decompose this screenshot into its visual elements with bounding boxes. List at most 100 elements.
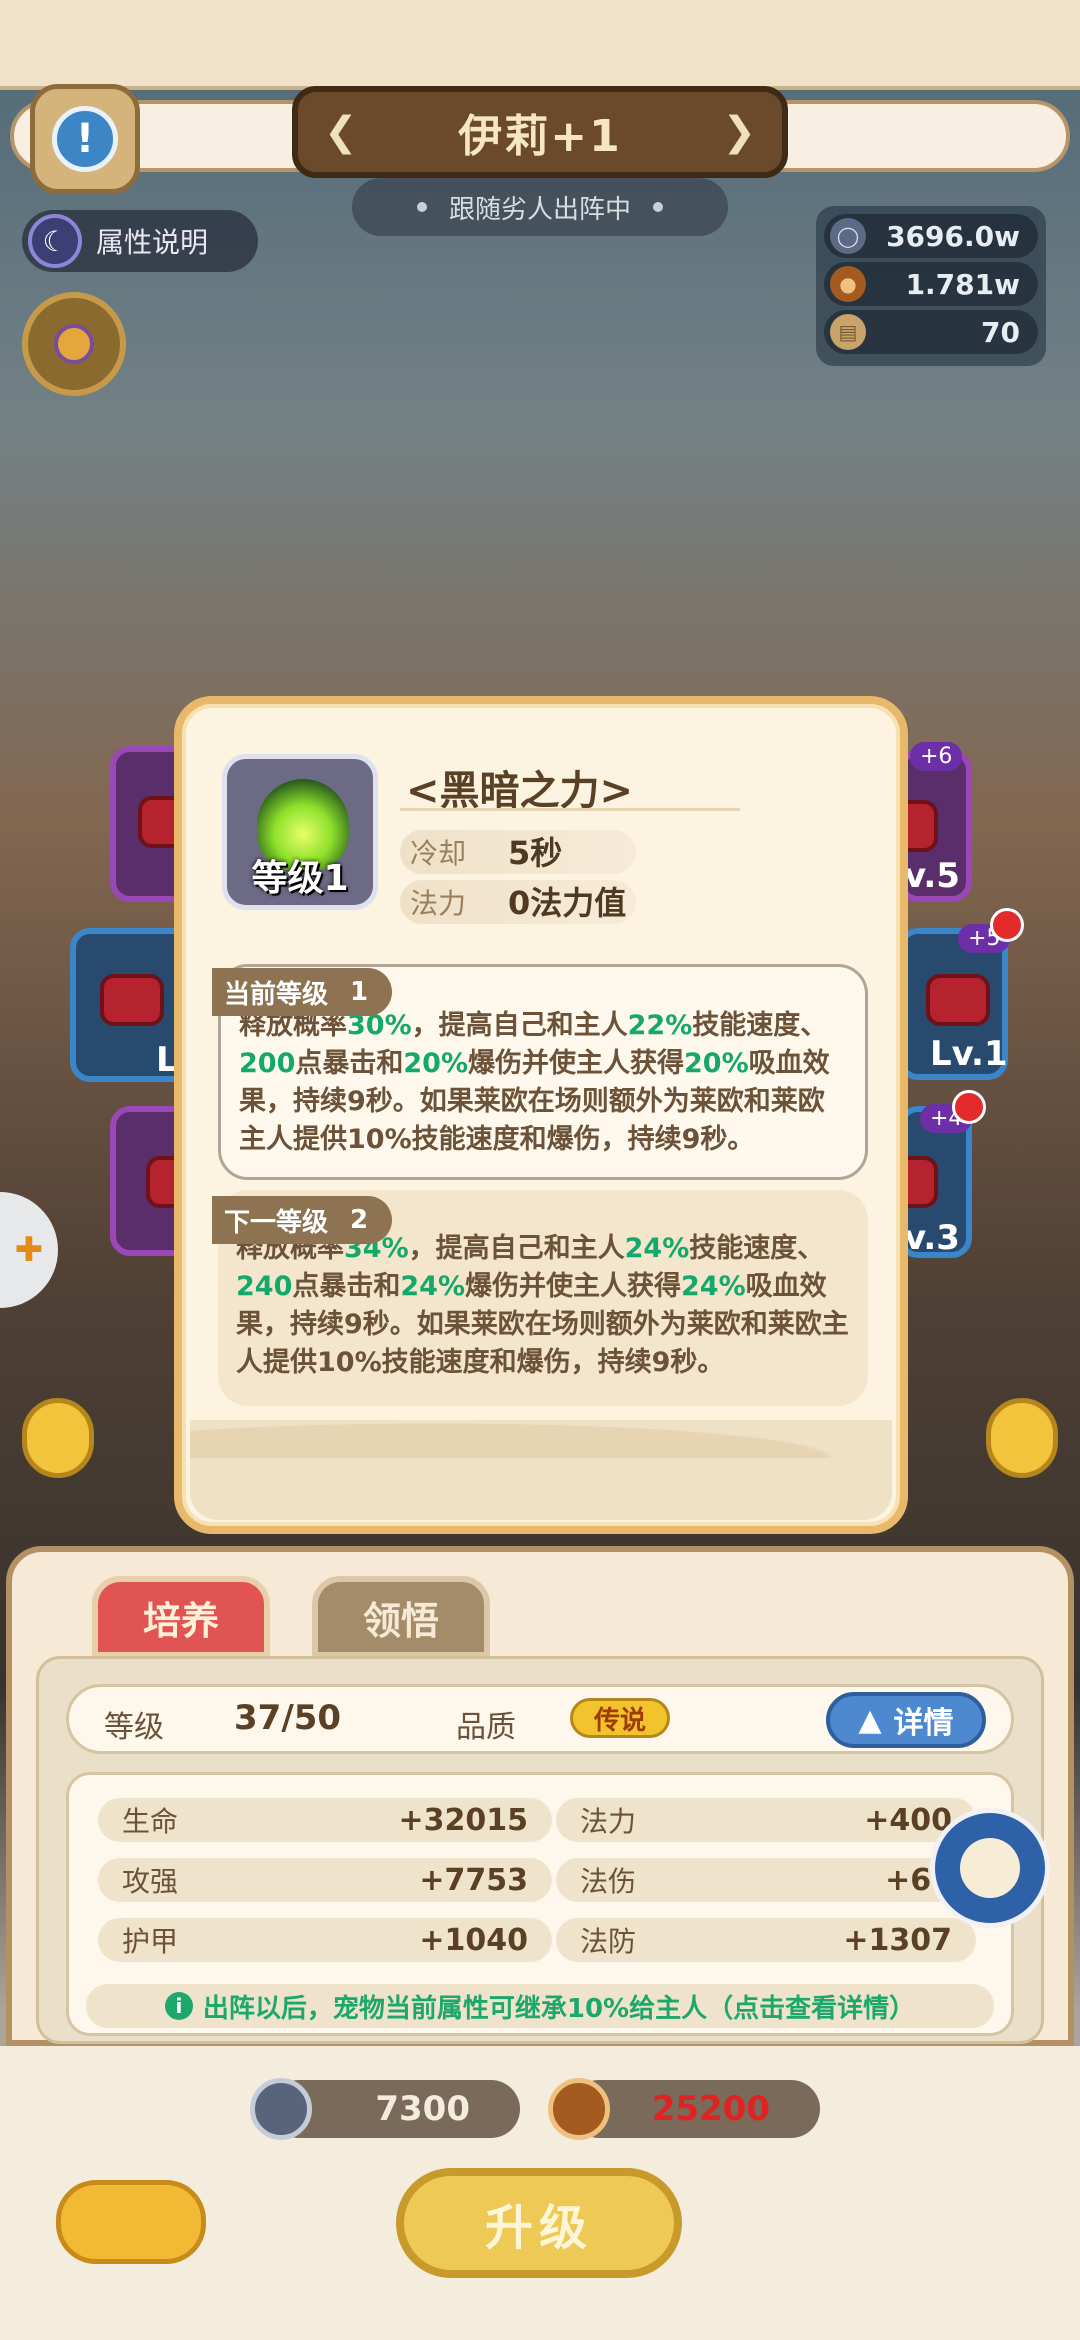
pet-card[interactable]: v.5 <box>874 750 972 902</box>
next-page-arrow-icon[interactable] <box>986 1398 1058 1478</box>
description-text: 爆伤并使主人获得 <box>468 1048 685 1079</box>
current-level-number: 1 <box>350 977 369 1007</box>
stat-label: 法防 <box>580 1925 637 1958</box>
deploy-status: 跟随劣人出阵中 <box>352 178 728 236</box>
description-text: 爆伤并使主人获得 <box>465 1271 682 1302</box>
exclamation-icon: ! <box>52 106 118 172</box>
description-text: 技能速度、 <box>689 1233 825 1264</box>
pet-name: 伊莉+1 <box>458 111 622 162</box>
lightning-icon: ✚ <box>14 1230 44 1270</box>
highlight-value: 240 <box>236 1271 293 1302</box>
resource-meat-value: 1.781w <box>905 267 1020 301</box>
stat-hp: 生命 +32015 <box>98 1798 552 1842</box>
stat-value: +7753 <box>419 1862 528 1898</box>
attribute-help-label: 属性说明 <box>96 226 209 259</box>
next-level-tag-label: 下一等级 <box>224 1207 329 1238</box>
inherit-note[interactable]: i 出阵以后，宠物当前属性可继承10%给主人（点击查看详情） <box>86 1984 994 2028</box>
avatar[interactable] <box>930 1808 1050 1928</box>
mana-label: 法力 <box>410 887 467 920</box>
medal-icon[interactable] <box>22 292 126 396</box>
description-text: ，提高自己和主人 <box>408 1233 625 1264</box>
highlight-value: 24% <box>624 1233 690 1264</box>
prev-page-arrow-icon[interactable] <box>22 1398 94 1478</box>
mana-value: 0法力值 <box>508 884 627 922</box>
chevron-right-icon[interactable]: ❯ <box>722 109 756 155</box>
stat-value: +400 <box>864 1802 952 1838</box>
pet-card-level: v.3 <box>904 1218 960 1258</box>
current-level-description: 释放概率30%，提高自己和主人22%技能速度、200点暴击和20%爆伤并使主人获… <box>239 1007 847 1159</box>
stat-mana: 法力 +400 <box>556 1798 976 1842</box>
stat-value: +1040 <box>419 1922 528 1958</box>
description-text: 技能速度、 <box>692 1010 828 1041</box>
quality-badge: 传说 <box>570 1698 670 1738</box>
coin-cost-value: 7300 <box>375 2089 470 2129</box>
skill-icon-level: 等级1 <box>251 858 349 899</box>
resource-panel: ◯ 3696.0w ● 1.781w ▤ 70 <box>816 206 1046 366</box>
description-text: ，提高自己和主人 <box>411 1010 628 1041</box>
highlight-value: 20% <box>684 1048 749 1079</box>
moon-icon: ☾ <box>28 214 82 268</box>
coin-icon <box>250 2078 312 2140</box>
resource-coin-value: 3696.0w <box>886 219 1020 253</box>
highlight-value: 24% <box>400 1271 466 1302</box>
current-level-tag-label: 当前等级 <box>224 979 329 1010</box>
pet-card-plus: +6 <box>910 742 963 771</box>
hill-decoration <box>190 1418 892 1458</box>
inherit-note-text: 出阵以后，宠物当前属性可继承10%给主人（点击查看详情） <box>202 1993 916 2024</box>
next-level-description: 释放概率34%，提高自己和主人24%技能速度、240点暴击和24%爆伤并使主人获… <box>236 1230 850 1382</box>
info-icon: i <box>164 1992 193 2020</box>
meat-cost-value: 25200 <box>651 2089 770 2129</box>
pet-title-plate: ❮ 伊莉+1 ❯ <box>292 86 788 178</box>
tab-comprehend[interactable]: 领悟 <box>312 1576 490 1658</box>
level-value: 37/50 <box>234 1698 342 1738</box>
stat-value: +32015 <box>398 1802 528 1838</box>
resource-meat: ● 1.781w <box>824 262 1038 306</box>
gem-icon <box>100 974 164 1026</box>
stat-value: +1307 <box>843 1922 952 1958</box>
stat-label: 护甲 <box>122 1925 179 1958</box>
top-bar <box>0 0 1080 90</box>
scroll-icon: ▤ <box>830 314 866 350</box>
skill-icon: 等级1 <box>222 754 378 910</box>
cooldown-label: 冷却 <box>410 837 467 870</box>
stat-label: 生命 <box>122 1805 179 1838</box>
gem-icon <box>926 974 990 1026</box>
stat-label: 法力 <box>580 1805 637 1838</box>
tab-cultivate[interactable]: 培养 <box>92 1576 270 1658</box>
highlight-value: 20% <box>403 1048 469 1079</box>
next-level-tag: 下一等级 2 <box>212 1196 393 1244</box>
next-level-number: 2 <box>350 1205 369 1235</box>
stat-label: 法伤 <box>580 1865 637 1898</box>
resource-coin: ◯ 3696.0w <box>824 214 1038 258</box>
details-label: 详情 <box>893 1706 954 1741</box>
coin-icon: ◯ <box>830 218 866 254</box>
attribute-help-button[interactable]: ☾ 属性说明 <box>22 210 258 272</box>
alert-button[interactable]: ! <box>30 84 140 194</box>
divider <box>400 808 740 811</box>
level-label: 等级 <box>104 1710 164 1745</box>
notification-dot <box>952 1090 986 1124</box>
pet-card-level: Lv.1 <box>930 1034 1008 1074</box>
details-button[interactable]: ▲ 详情 <box>826 1692 986 1748</box>
highlight-value: 22% <box>627 1010 693 1041</box>
avatar-face <box>960 1838 1020 1898</box>
meat-icon <box>548 2078 610 2140</box>
current-level-tag: 当前等级 1 <box>212 968 393 1016</box>
triangle-up-icon: ▲ <box>858 1702 882 1738</box>
resource-scroll: ▤ 70 <box>824 310 1038 354</box>
stat-magic-defense: 法防 +1307 <box>556 1918 976 1962</box>
deploy-status-text: 跟随劣人出阵中 <box>448 194 631 225</box>
fish-icon[interactable] <box>56 2180 206 2264</box>
dot-icon <box>416 202 427 212</box>
chevron-left-icon[interactable]: ❮ <box>324 109 358 155</box>
stat-attack: 攻强 +7753 <box>98 1858 552 1902</box>
pet-card-level: v.5 <box>904 856 960 896</box>
upgrade-button[interactable]: 升级 <box>396 2168 682 2278</box>
quality-label: 品质 <box>456 1710 516 1745</box>
dot-icon <box>653 202 663 212</box>
highlight-value: 24% <box>681 1271 746 1302</box>
stat-armor: 护甲 +1040 <box>98 1918 552 1962</box>
resource-scroll-value: 70 <box>981 315 1020 349</box>
meat-icon: ● <box>830 266 866 302</box>
description-text: 点暴击和 <box>292 1271 401 1302</box>
